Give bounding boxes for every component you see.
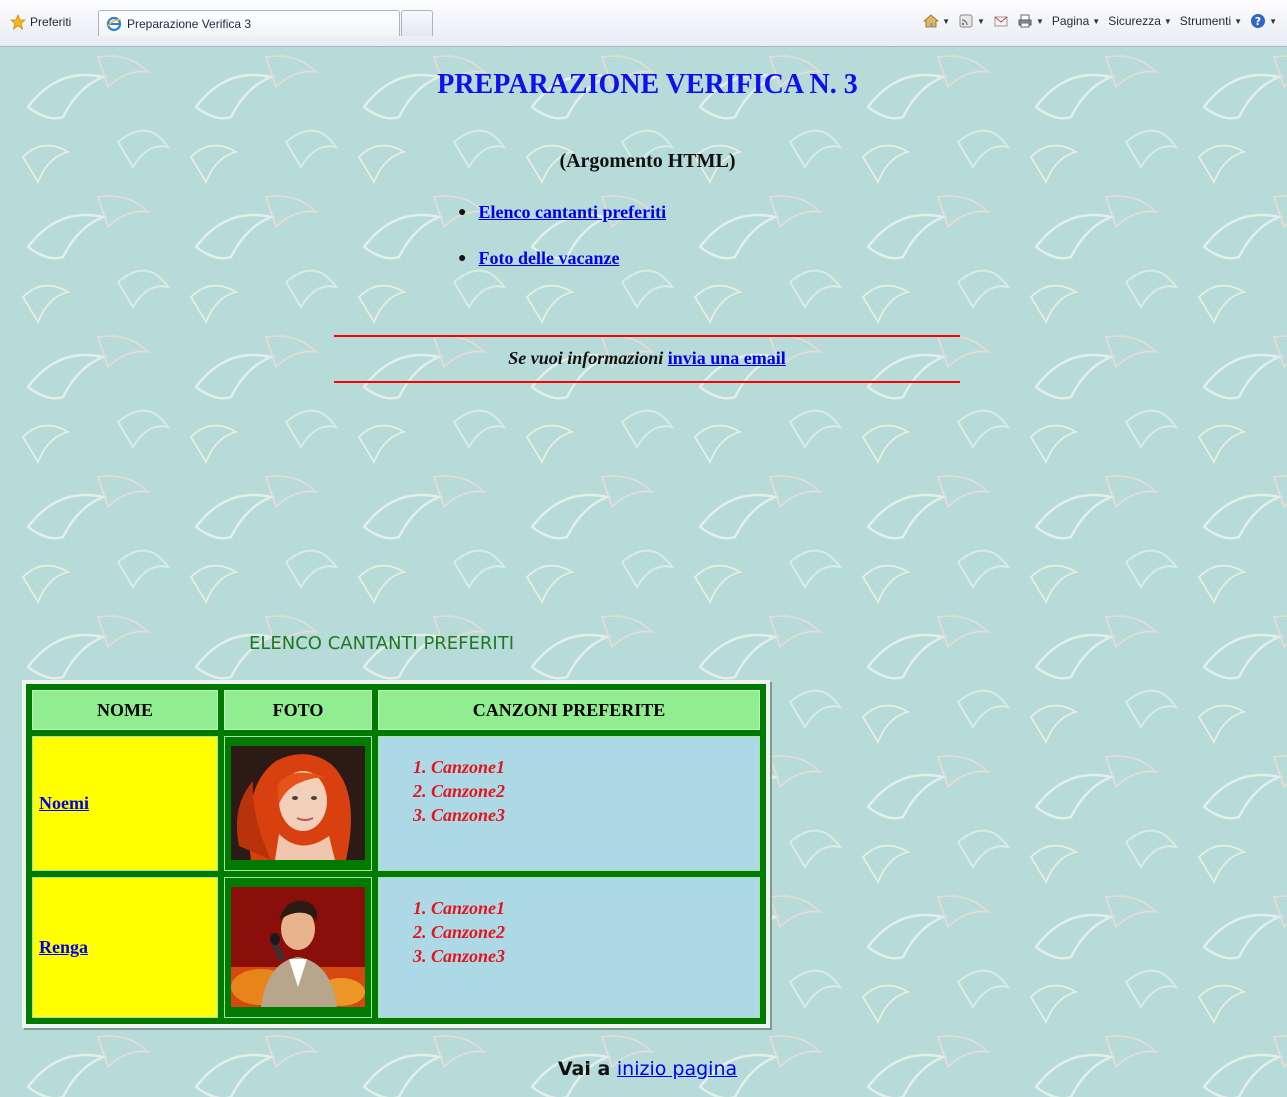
bullet-icon: ● [458,205,467,220]
song-item: Canzone2 [431,920,759,944]
menu-strumenti[interactable]: Strumenti ▼ [1180,14,1242,28]
divider-bottom [334,381,960,383]
feeds-button[interactable]: ▼ [958,13,985,29]
chevron-down-icon: ▼ [1234,16,1243,26]
name-cell: Noemi [32,736,218,871]
email-link[interactable]: invia una email [668,348,786,368]
chevron-down-icon: ▼ [1092,16,1101,26]
song-item: Canzone2 [431,779,759,803]
favorites-label: Preferiti [30,15,72,29]
singers-table: NOME FOTO CANZONI PREFERITE Noemi 1. Can… [26,684,766,1024]
link-elenco-cantanti[interactable]: Elenco cantanti preferiti [478,202,666,223]
help-button[interactable]: ? ▼ [1250,13,1277,29]
chevron-down-icon: ▼ [1163,16,1172,26]
songs-cell: Canzone1 Canzone2 Canzone3 [378,736,760,871]
home-button[interactable]: ▼ [923,13,950,29]
home-icon [923,14,940,28]
song-item: Canzone3 [431,803,759,827]
svg-text:?: ? [1255,15,1261,28]
browser-toolbar: Preferiti Preparazione Verifica 3 ▼ ▼ ▼ … [0,0,1287,47]
printer-icon [1018,14,1032,28]
song-item: Canzone3 [431,944,759,968]
song-item: Canzone1 [431,896,759,920]
singer-link-renga[interactable]: Renga [39,937,88,957]
song-item: Canzone1 [431,755,759,779]
tab-active[interactable]: Preparazione Verifica 3 [98,10,400,36]
menu-sicurezza-label: Sicurezza [1108,14,1161,28]
new-tab-button[interactable] [401,10,433,36]
singer-link-noemi[interactable]: Noemi [39,793,89,813]
email-info: Se vuoi informazioni invia una email [334,348,960,369]
chevron-down-icon: ▼ [977,16,985,26]
feed-icon [959,14,973,28]
page-subtitle: (Argomento HTML) [559,150,736,172]
table-header-row: NOME FOTO CANZONI PREFERITE [32,690,760,730]
favorites-button[interactable]: Preferiti [10,14,71,30]
list-item: ● Foto delle vacanze [458,248,666,294]
email-info-text: Se vuoi informazioni [508,348,664,368]
back-to-top: Vai a inizio pagina [8,1058,1287,1080]
table-row: Renga 1. Canzone1 2. Canzone2 3. Canzone… [32,876,760,1018]
command-bar: ▼ ▼ ▼ Pagina ▼ Sicurezza ▼ Strumenti ▼ ?… [923,13,1277,29]
chevron-down-icon: ▼ [1269,16,1277,26]
mail-icon [994,16,1008,27]
chevron-down-icon: ▼ [1035,16,1044,26]
star-icon [10,14,26,30]
list-item: ● Elenco cantanti preferiti [458,202,666,248]
ie-page-icon [106,16,122,31]
divider-top [334,335,960,337]
song-list: Canzone1 Canzone2 Canzone3 [431,755,759,827]
photo-cell [224,736,372,871]
name-cell: Renga [32,876,218,1018]
column-header-canzoni: CANZONI PREFERITE [378,690,760,730]
nav-link-list: ● Elenco cantanti preferiti ● Foto delle… [458,202,666,294]
chevron-down-icon: ▼ [942,16,951,26]
print-button[interactable]: ▼ [1017,13,1044,29]
link-foto-vacanze[interactable]: Foto delle vacanze [478,248,619,269]
web-page: PREPARAZIONE VERIFICA N. 3 (Argomento HT… [8,47,1287,1097]
menu-pagina[interactable]: Pagina ▼ [1052,14,1100,28]
singer-photo-renga [231,887,365,1008]
help-icon: ? [1251,14,1266,28]
back-to-top-link[interactable]: inizio pagina [617,1058,737,1080]
table-row: Noemi 1. Canzone1 2. Canzone2 3. Canzone… [32,736,760,871]
column-header-foto: FOTO [224,690,372,730]
photo-cell [224,876,372,1018]
singers-table-frame: NOME FOTO CANZONI PREFERITE Noemi 1. Can… [22,680,770,1028]
menu-strumenti-label: Strumenti [1179,14,1232,28]
menu-pagina-label: Pagina [1051,14,1090,28]
song-list: Canzone1 Canzone2 Canzone3 [431,896,759,968]
songs-cell: Canzone1 Canzone2 Canzone3 [378,876,760,1018]
tab-title: Preparazione Verifica 3 [127,16,252,31]
menu-sicurezza[interactable]: Sicurezza ▼ [1108,14,1172,28]
mail-button[interactable] [993,13,1009,29]
section-heading: ELENCO CANTANTI PREFERITI [249,633,515,654]
singer-photo-noemi [231,746,365,861]
bullet-icon: ● [458,251,467,266]
page-title: PREPARAZIONE VERIFICA N. 3 [437,69,858,100]
column-header-nome: NOME [32,690,218,730]
back-to-top-text: Vai a [557,1058,611,1080]
